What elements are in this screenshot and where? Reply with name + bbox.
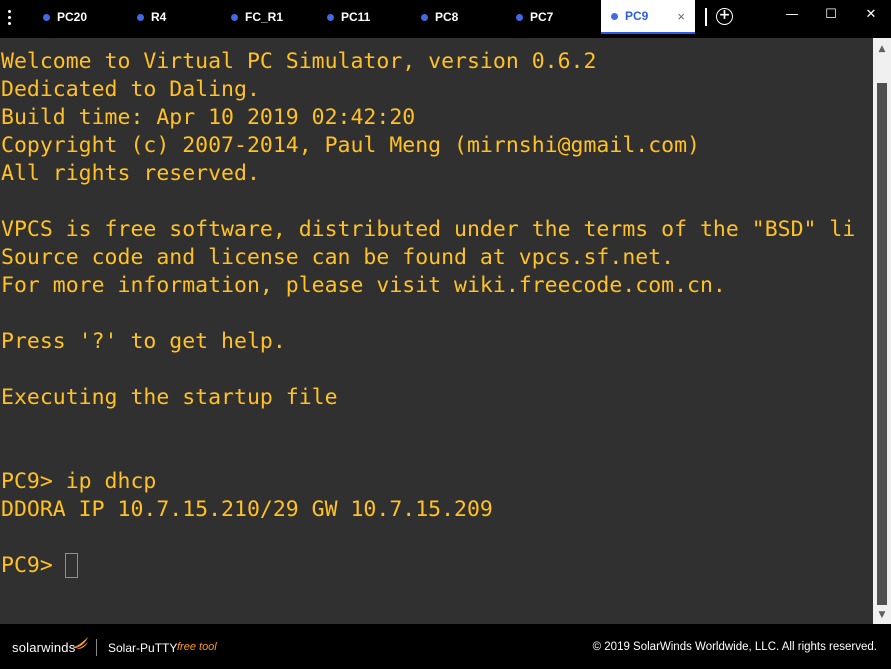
terminal-line: PC9> ip dhcp [1, 469, 157, 494]
tab-label: PC9 [625, 9, 649, 23]
tab-pc20[interactable]: PC20 [34, 0, 124, 34]
tab-pc8[interactable]: PC8 [412, 0, 502, 34]
tab-label: FC_R1 [245, 10, 284, 24]
scroll-up-icon[interactable]: ▲ [873, 40, 891, 58]
menu-dots-icon[interactable] [0, 0, 18, 34]
maximize-icon[interactable]: ☐ [821, 7, 841, 22]
add-tab-icon[interactable]: + [716, 8, 733, 25]
scroll-down-icon[interactable]: ▼ [873, 606, 891, 624]
tab-pc9[interactable]: PC9 × [601, 0, 695, 34]
copyright-text: © 2019 SolarWinds Worldwide, LLC. All ri… [592, 641, 877, 653]
footer: solarwinds Solar-PuTTY free tool © 2019 … [0, 626, 891, 669]
terminal-line: Executing the startup file [1, 385, 338, 410]
tab-status-dot-icon [327, 13, 334, 21]
terminal-line: VPCS is free software, distributed under… [1, 217, 856, 242]
tab-label: PC8 [435, 10, 459, 24]
solarwinds-flame-icon [72, 637, 88, 649]
free-tool-label: free tool [177, 641, 217, 653]
tab-close-icon[interactable]: × [677, 9, 685, 24]
tab-status-dot-icon [231, 13, 238, 21]
terminal-line: Build time: Apr 10 2019 02:42:20 [1, 105, 416, 130]
terminal-cursor [65, 553, 78, 578]
scroll-thumb[interactable] [877, 83, 887, 605]
terminal-line: Press '?' to get help. [1, 329, 286, 354]
terminal-line: Copyright (c) 2007-2014, Paul Meng (mirn… [1, 133, 700, 158]
terminal-scrollbar[interactable]: ▲ ▼ [873, 38, 891, 624]
tab-fc-r1[interactable]: FC_R1 [222, 0, 312, 34]
terminal-line: For more information, please visit wiki.… [1, 273, 726, 298]
terminal-output[interactable]: Welcome to Virtual PC Simulator, version… [0, 38, 873, 624]
terminal-line: Welcome to Virtual PC Simulator, version… [1, 49, 597, 74]
tab-label: PC20 [57, 10, 88, 24]
tab-label: R4 [151, 10, 167, 24]
tab-bar: PC20 R4 FC_R1 PC11 PC8 PC7 PC9 × + — ☐ ✕ [0, 0, 891, 34]
terminal-line: Dedicated to Daling. [1, 77, 260, 102]
tab-status-dot-icon [611, 12, 618, 20]
terminal-line: Source code and license can be found at … [1, 245, 675, 270]
product-name: Solar-PuTTY [108, 641, 178, 655]
tab-r4[interactable]: R4 [128, 0, 218, 34]
tab-pc11[interactable]: PC11 [318, 0, 408, 34]
tab-label: PC7 [530, 10, 554, 24]
solarwinds-logo: solarwinds [12, 640, 76, 655]
tab-status-dot-icon [43, 13, 50, 21]
tab-pc7[interactable]: PC7 [507, 0, 597, 34]
terminal-line: All rights reserved. [1, 161, 260, 186]
tab-status-dot-icon [516, 13, 523, 21]
terminal-prompt: PC9> [1, 553, 66, 578]
tab-status-dot-icon [421, 13, 428, 21]
tab-label: PC11 [341, 10, 371, 24]
tab-divider [705, 8, 707, 26]
footer-divider [96, 639, 97, 656]
close-window-icon[interactable]: ✕ [861, 7, 881, 22]
tab-status-dot-icon [137, 13, 144, 21]
minimize-icon[interactable]: — [782, 7, 802, 22]
terminal-line: DDORA IP 10.7.15.210/29 GW 10.7.15.209 [1, 497, 493, 522]
